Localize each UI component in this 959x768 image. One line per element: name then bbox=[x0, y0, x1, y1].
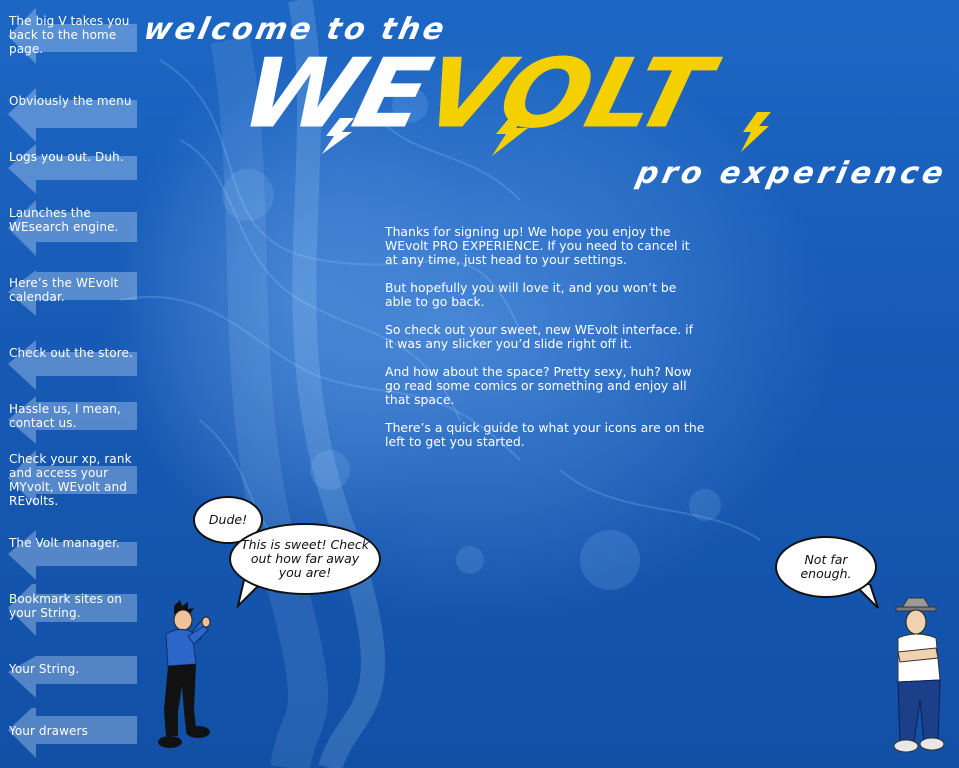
welcome-screen: The big V takes you back to the home pag… bbox=[0, 0, 959, 768]
guide-item-drawers: Your drawers bbox=[0, 708, 150, 768]
guide-label: Hassle us, I mean, contact us. bbox=[9, 402, 121, 430]
guide-label: Here’s the WEvolt calendar. bbox=[9, 276, 119, 304]
guide-label: Launches the WEsearch engine. bbox=[9, 206, 119, 234]
lightning-bolt-icon bbox=[741, 112, 771, 152]
wevolt-logo: WEVOLT bbox=[230, 37, 720, 150]
guide-item-calendar: Here’s the WEvolt calendar. bbox=[0, 268, 150, 328]
guide-label: Obviously the menu bbox=[9, 94, 132, 108]
character-left-illustration bbox=[158, 600, 211, 748]
guide-item-home: The big V takes you back to the home pag… bbox=[0, 6, 150, 66]
guide-label: The Volt manager. bbox=[9, 536, 120, 550]
guide-item-string: Your String. bbox=[0, 654, 150, 714]
intro-paragraph: But hopefully you will love it, and you … bbox=[385, 280, 677, 309]
guide-label: The big V takes you back to the home pag… bbox=[9, 14, 130, 56]
guide-label: Your drawers bbox=[9, 724, 88, 738]
intro-paragraph: And how about the space? Pretty sexy, hu… bbox=[385, 364, 692, 407]
guide-item-menu: Obviously the menu bbox=[0, 86, 150, 146]
guide-label: Logs you out. Duh. bbox=[9, 150, 124, 164]
guide-item-search: Launches the WEsearch engine. bbox=[0, 198, 150, 258]
intro-paragraph: Thanks for signing up! We hope you enjoy… bbox=[385, 224, 690, 267]
guide-item-bookmark: Bookmark sites on your String. bbox=[0, 584, 150, 644]
intro-paragraph: There’s a quick guide to what your icons… bbox=[385, 420, 705, 449]
guide-item-logout: Logs you out. Duh. bbox=[0, 142, 150, 202]
speech-bubble-not-far: Not far enough. bbox=[775, 536, 877, 598]
intro-paragraph: So check out your sweet, new WEvolt inte… bbox=[385, 322, 693, 351]
guide-label: Check out the store. bbox=[9, 346, 133, 360]
character-right-illustration bbox=[893, 597, 945, 753]
lightning-bolt-icon bbox=[492, 112, 530, 156]
guide-item-xp: Check your xp, rank and access your MYvo… bbox=[0, 444, 150, 514]
guide-item-store: Check out the store. bbox=[0, 338, 150, 398]
lightning-bolt-icon bbox=[322, 118, 354, 154]
guide-label: Check your xp, rank and access your MYvo… bbox=[9, 452, 132, 508]
guide-label: Bookmark sites on your String. bbox=[9, 592, 122, 620]
intro-text: Thanks for signing up! We hope you enjoy… bbox=[385, 225, 705, 463]
pro-experience-heading: pro experience bbox=[633, 156, 951, 191]
speech-bubble-sweet: This is sweet! Check out how far away yo… bbox=[229, 523, 381, 595]
guide-item-volt-manager: The Volt manager. bbox=[0, 528, 150, 588]
arrow-left-icon bbox=[8, 708, 137, 758]
guide-label: Your String. bbox=[9, 662, 80, 676]
